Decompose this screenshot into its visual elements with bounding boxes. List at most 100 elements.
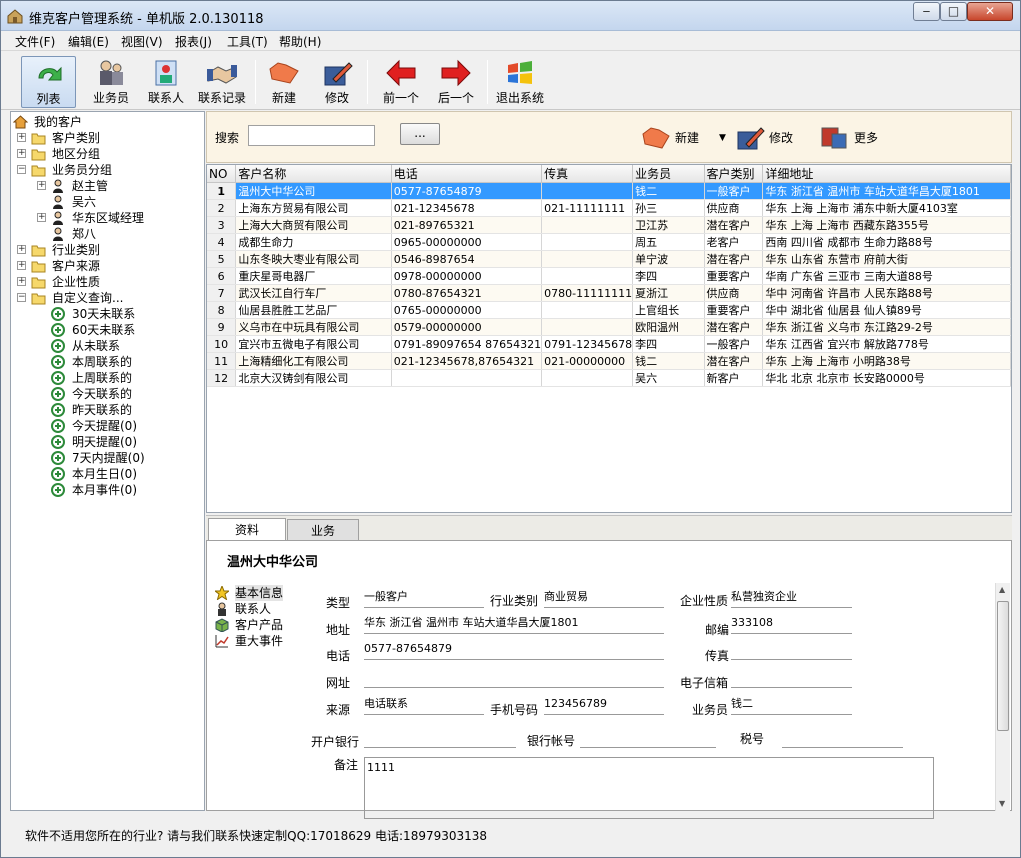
table-row[interactable]: 11 上海精细化工有限公司 021-12345678,87654321 021-000…	[207, 352, 1011, 370]
search-input[interactable]	[248, 125, 375, 146]
tree-staff-group[interactable]: − 业务员分组	[11, 162, 201, 178]
phone-value[interactable]: 0577-87654879	[364, 641, 664, 660]
table-row[interactable]: 1 温州大中华公司 0577-87654879 钱二 一般客户 华东 浙江省 温州市 车站…	[207, 182, 1011, 200]
table-row[interactable]: 5 山东冬映大枣业有限公司 0546-8987654 单宁波 潜在客户 华东 山东省 东营…	[207, 250, 1011, 268]
detail-scrollbar[interactable]: ▲ ▼	[995, 583, 1010, 811]
customer-grid[interactable]: NO 客户名称 电话 传真 业务员 客户类别 详细地址 1 温州大中华公司 0577-87654…	[206, 164, 1012, 513]
expand-toggle-icon[interactable]: −	[17, 293, 26, 302]
nature-value[interactable]: 私营独资企业	[731, 589, 852, 608]
email-value[interactable]	[731, 669, 852, 688]
expand-toggle-icon[interactable]: +	[17, 245, 26, 254]
expand-toggle-icon[interactable]: +	[17, 277, 26, 286]
column-header[interactable]: 客户类别	[704, 165, 764, 183]
tree-staff-0[interactable]: + 赵主管	[11, 178, 201, 194]
search-new-button[interactable]: 新建 ▼	[641, 124, 733, 152]
tree-industry[interactable]: + 行业类别	[11, 242, 201, 258]
table-row[interactable]: 8 仙居县胜胜工艺品厂 0765-00000000 上官组长 重要客户 华中 湖北省 仙居…	[207, 301, 1011, 319]
table-row[interactable]: 2 上海东方贸易有限公司 021-12345678 021-11111111 孙三 供应商…	[207, 199, 1011, 217]
expand-toggle-icon[interactable]: +	[17, 149, 26, 158]
tree-root-my-customers[interactable]: 我的客户	[11, 114, 201, 130]
staff-value[interactable]: 钱二	[731, 696, 852, 715]
table-row[interactable]: 9 义乌市在中玩具有限公司 0579-00000000 欧阳温州 潜在客户 华东 浙江省 …	[207, 318, 1011, 336]
minimize-button[interactable]: ‒	[913, 2, 940, 21]
close-button[interactable]: ✕	[967, 2, 1013, 21]
tree-query-7[interactable]: 今天提醒(0)	[11, 418, 201, 434]
menu-report[interactable]: 报表(J)	[175, 33, 212, 50]
tree-query-9[interactable]: 7天内提醒(0)	[11, 450, 201, 466]
expand-toggle-icon[interactable]: +	[37, 181, 46, 190]
edit-button[interactable]: 修改	[315, 56, 359, 108]
scroll-up-icon[interactable]: ▲	[999, 585, 1005, 594]
tree-query-5[interactable]: 今天联系的	[11, 386, 201, 402]
tree-query-8[interactable]: 明天提醒(0)	[11, 434, 201, 450]
tree-staff-2[interactable]: + 华东区域经理	[11, 210, 201, 226]
tree-query-6[interactable]: 昨天联系的	[11, 402, 201, 418]
menu-tools[interactable]: 工具(T)	[227, 33, 268, 50]
more-button[interactable]: 更多	[820, 124, 884, 152]
table-row[interactable]: 12 北京大汉铸剑有限公司 吴六 新客户 华北 北京 北京市 长安路0000号	[207, 369, 1011, 387]
contact-button[interactable]: 联系人	[141, 56, 191, 108]
tree-staff-3[interactable]: 郑八	[11, 226, 201, 242]
tree-custom-query[interactable]: − 自定义查询...	[11, 290, 201, 306]
expand-toggle-icon[interactable]: −	[17, 165, 26, 174]
tree-query-1[interactable]: 60天未联系	[11, 322, 201, 338]
list-button[interactable]: 列表	[21, 56, 76, 108]
staff-button[interactable]: 业务员	[86, 56, 136, 108]
table-row[interactable]: 3 上海大大商贸有限公司 021-89765321 卫江苏 潜在客户 华东 上海 上海市 …	[207, 216, 1011, 234]
tree-query-2[interactable]: 从未联系	[11, 338, 201, 354]
contact-log-button[interactable]: 联系记录	[194, 56, 250, 108]
table-row[interactable]: 4 成都生命力 0965-00000000 周五 老客户 西南 四川省 成都市 生命力路8…	[207, 233, 1011, 251]
menu-edit[interactable]: 编辑(E)	[68, 33, 109, 50]
chevron-down-icon[interactable]: ▼	[719, 124, 726, 152]
tree-customer-type[interactable]: + 客户类别	[11, 130, 201, 146]
expand-toggle-icon[interactable]: +	[37, 213, 46, 222]
tree-query-11[interactable]: 本月事件(0)	[11, 482, 201, 498]
mobile-value[interactable]: 123456789	[544, 696, 664, 715]
industry-value[interactable]: 商业贸易	[544, 589, 664, 608]
menu-file[interactable]: 文件(F)	[15, 33, 55, 50]
tree-source[interactable]: + 客户来源	[11, 258, 201, 274]
tax-value[interactable]	[782, 729, 903, 748]
account-value[interactable]	[580, 729, 716, 748]
expand-toggle-icon[interactable]: +	[17, 261, 26, 270]
tree-query-0[interactable]: 30天未联系	[11, 306, 201, 322]
new-button[interactable]: 新建	[263, 56, 305, 108]
memo-textarea[interactable]: 1111	[364, 757, 934, 819]
column-header[interactable]: 详细地址	[762, 165, 1011, 183]
customer-tree[interactable]: 我的客户 + 客户类别 + 地区分组 − 业务员分组 + 赵主管 吴六 + 华东区域经理 郑八 + 行业类别…	[10, 111, 205, 811]
column-header[interactable]: 传真	[541, 165, 634, 183]
tree-query-3[interactable]: 本周联系的	[11, 354, 201, 370]
website-value[interactable]	[364, 669, 664, 688]
bank-value[interactable]	[364, 729, 516, 748]
tree-nature[interactable]: + 企业性质	[11, 274, 201, 290]
fax-value[interactable]	[731, 641, 852, 660]
table-row[interactable]: 7 武汉长江自行车厂 0780-87654321 0780-11111111 夏浙江 供应…	[207, 284, 1011, 302]
exit-button[interactable]: 退出系统	[493, 56, 547, 108]
prev-button[interactable]: 前一个	[378, 56, 424, 108]
next-button[interactable]: 后一个	[433, 56, 479, 108]
tree-region[interactable]: + 地区分组	[11, 146, 201, 162]
maximize-button[interactable]: □	[940, 2, 967, 21]
expand-toggle-icon[interactable]: +	[17, 133, 26, 142]
column-header[interactable]: 业务员	[632, 165, 705, 183]
menu-view[interactable]: 视图(V)	[121, 33, 163, 50]
table-row[interactable]: 10 宜兴市五微电子有限公司 0791-89097654 87654321 0791-…	[207, 335, 1011, 353]
column-header[interactable]: 电话	[391, 165, 543, 183]
address-value[interactable]: 华东 浙江省 温州市 车站大道华昌大厦1801	[364, 615, 664, 634]
search-browse-button[interactable]: ...	[400, 123, 440, 145]
column-header[interactable]: NO	[207, 165, 237, 183]
tree-staff-1[interactable]: 吴六	[11, 194, 201, 210]
source-value[interactable]: 电话联系	[364, 696, 484, 715]
table-row[interactable]: 6 重庆星哥电器厂 0978-00000000 李四 重要客户 华南 广东省 三亚市 三南…	[207, 267, 1011, 285]
search-edit-button[interactable]: 修改	[735, 124, 799, 152]
table-cell: 武汉长江自行车厂	[235, 284, 392, 302]
scroll-thumb[interactable]	[997, 601, 1009, 731]
type-value[interactable]: 一般客户	[364, 589, 484, 608]
tree-query-10[interactable]: 本月生日(0)	[11, 466, 201, 482]
scroll-down-icon[interactable]: ▼	[999, 799, 1005, 808]
postcode-value[interactable]: 333108	[731, 615, 852, 634]
menu-help[interactable]: 帮助(H)	[279, 33, 321, 50]
folder-icon	[31, 131, 46, 145]
column-header[interactable]: 客户名称	[235, 165, 392, 183]
tree-query-4[interactable]: 上周联系的	[11, 370, 201, 386]
